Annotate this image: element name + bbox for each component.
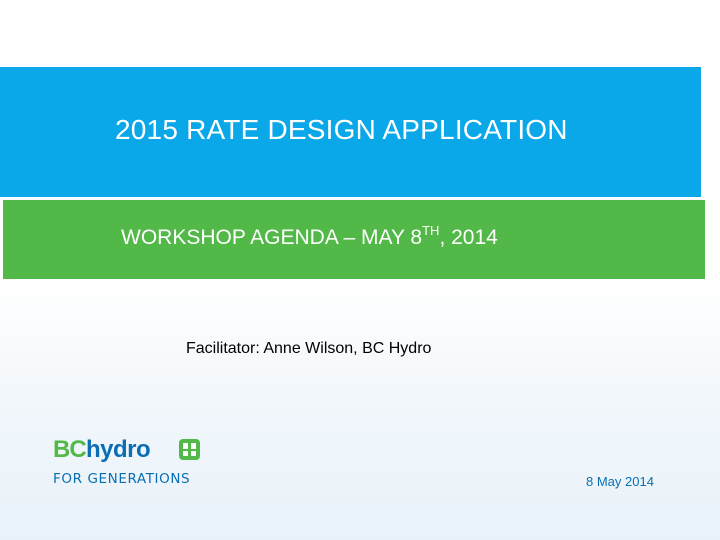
subtitle-tail: , 2014 <box>439 226 498 249</box>
logo-bc-text: BC <box>53 436 87 463</box>
slide-title: 2015 RATE DESIGN APPLICATION <box>115 114 568 145</box>
facilitator-text: Facilitator: Anne Wilson, BC Hydro <box>186 340 432 357</box>
subtitle-superscript: TH <box>422 223 440 238</box>
bchydro-mark-icon <box>179 439 200 460</box>
slide-subtitle: WORKSHOP AGENDA – MAY 8TH, 2014 <box>121 223 498 250</box>
logo-tagline: FOR GENERATIONS <box>53 471 191 487</box>
slide-date: 8 May 2014 <box>586 474 654 489</box>
logo-hydro-text: hydro <box>86 436 151 463</box>
bchydro-logo: BC hydro FOR GENERATIONS <box>53 437 213 487</box>
subtitle-main: WORKSHOP AGENDA – MAY 8 <box>121 226 423 249</box>
